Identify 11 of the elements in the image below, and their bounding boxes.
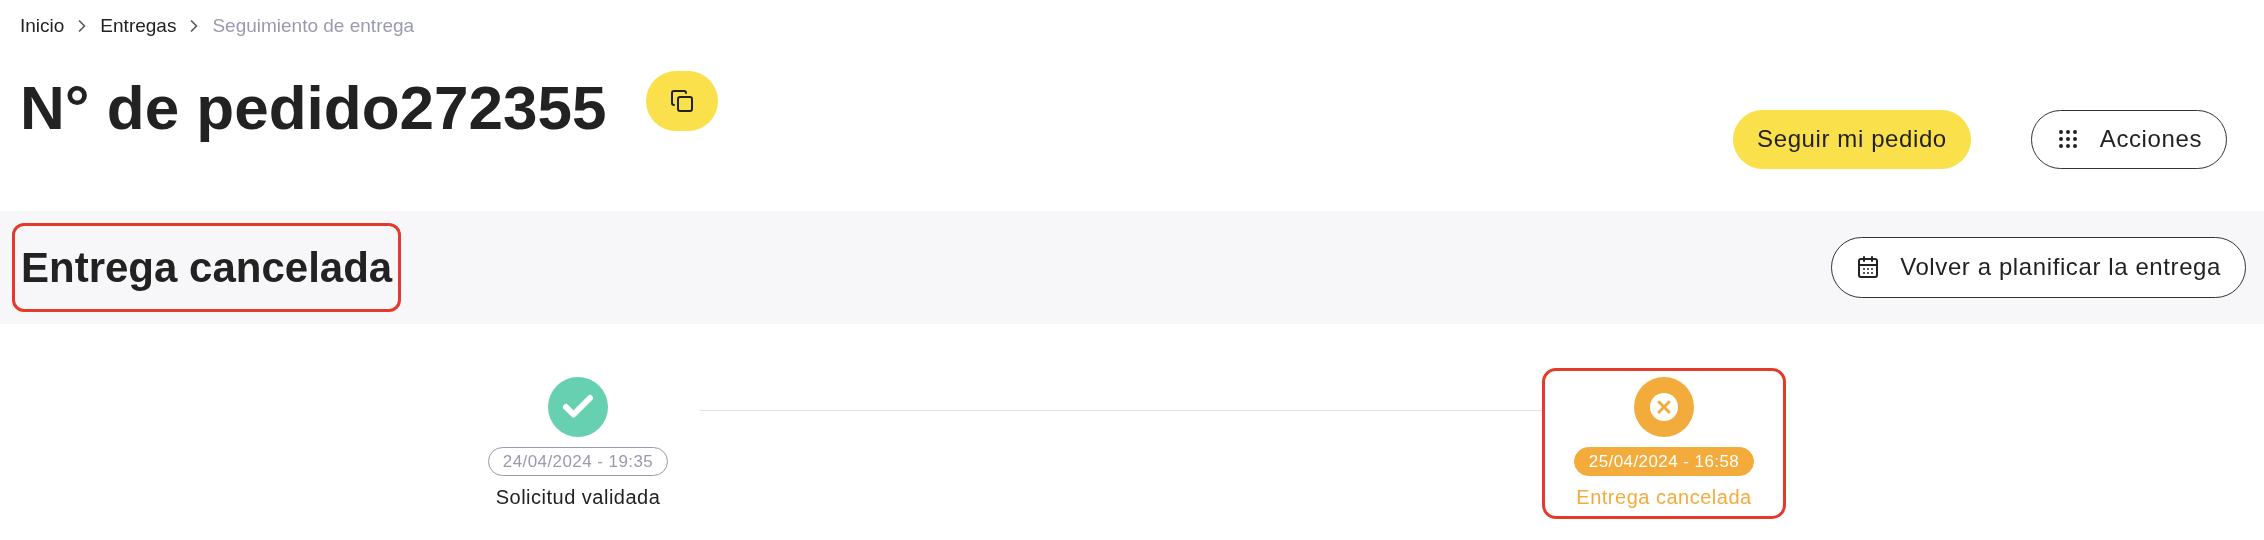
track-order-button[interactable]: Seguir mi pedido — [1733, 109, 1971, 169]
actions-button[interactable]: Acciones — [2030, 109, 2227, 169]
reschedule-button[interactable]: Volver a planificar la entrega — [1831, 236, 2246, 298]
copy-icon — [670, 88, 695, 113]
step-label: Entrega cancelada — [1576, 485, 1752, 510]
step-label: Solicitud validada — [495, 485, 661, 510]
date-badge: 25/04/2024 - 16:58 — [1573, 446, 1755, 476]
calendar-icon — [1856, 255, 1881, 279]
breadcrumb-link[interactable]: Entregas — [100, 12, 177, 41]
status-title: Entrega cancelada — [12, 222, 402, 312]
breadcrumb-link[interactable]: Inicio — [20, 12, 65, 41]
